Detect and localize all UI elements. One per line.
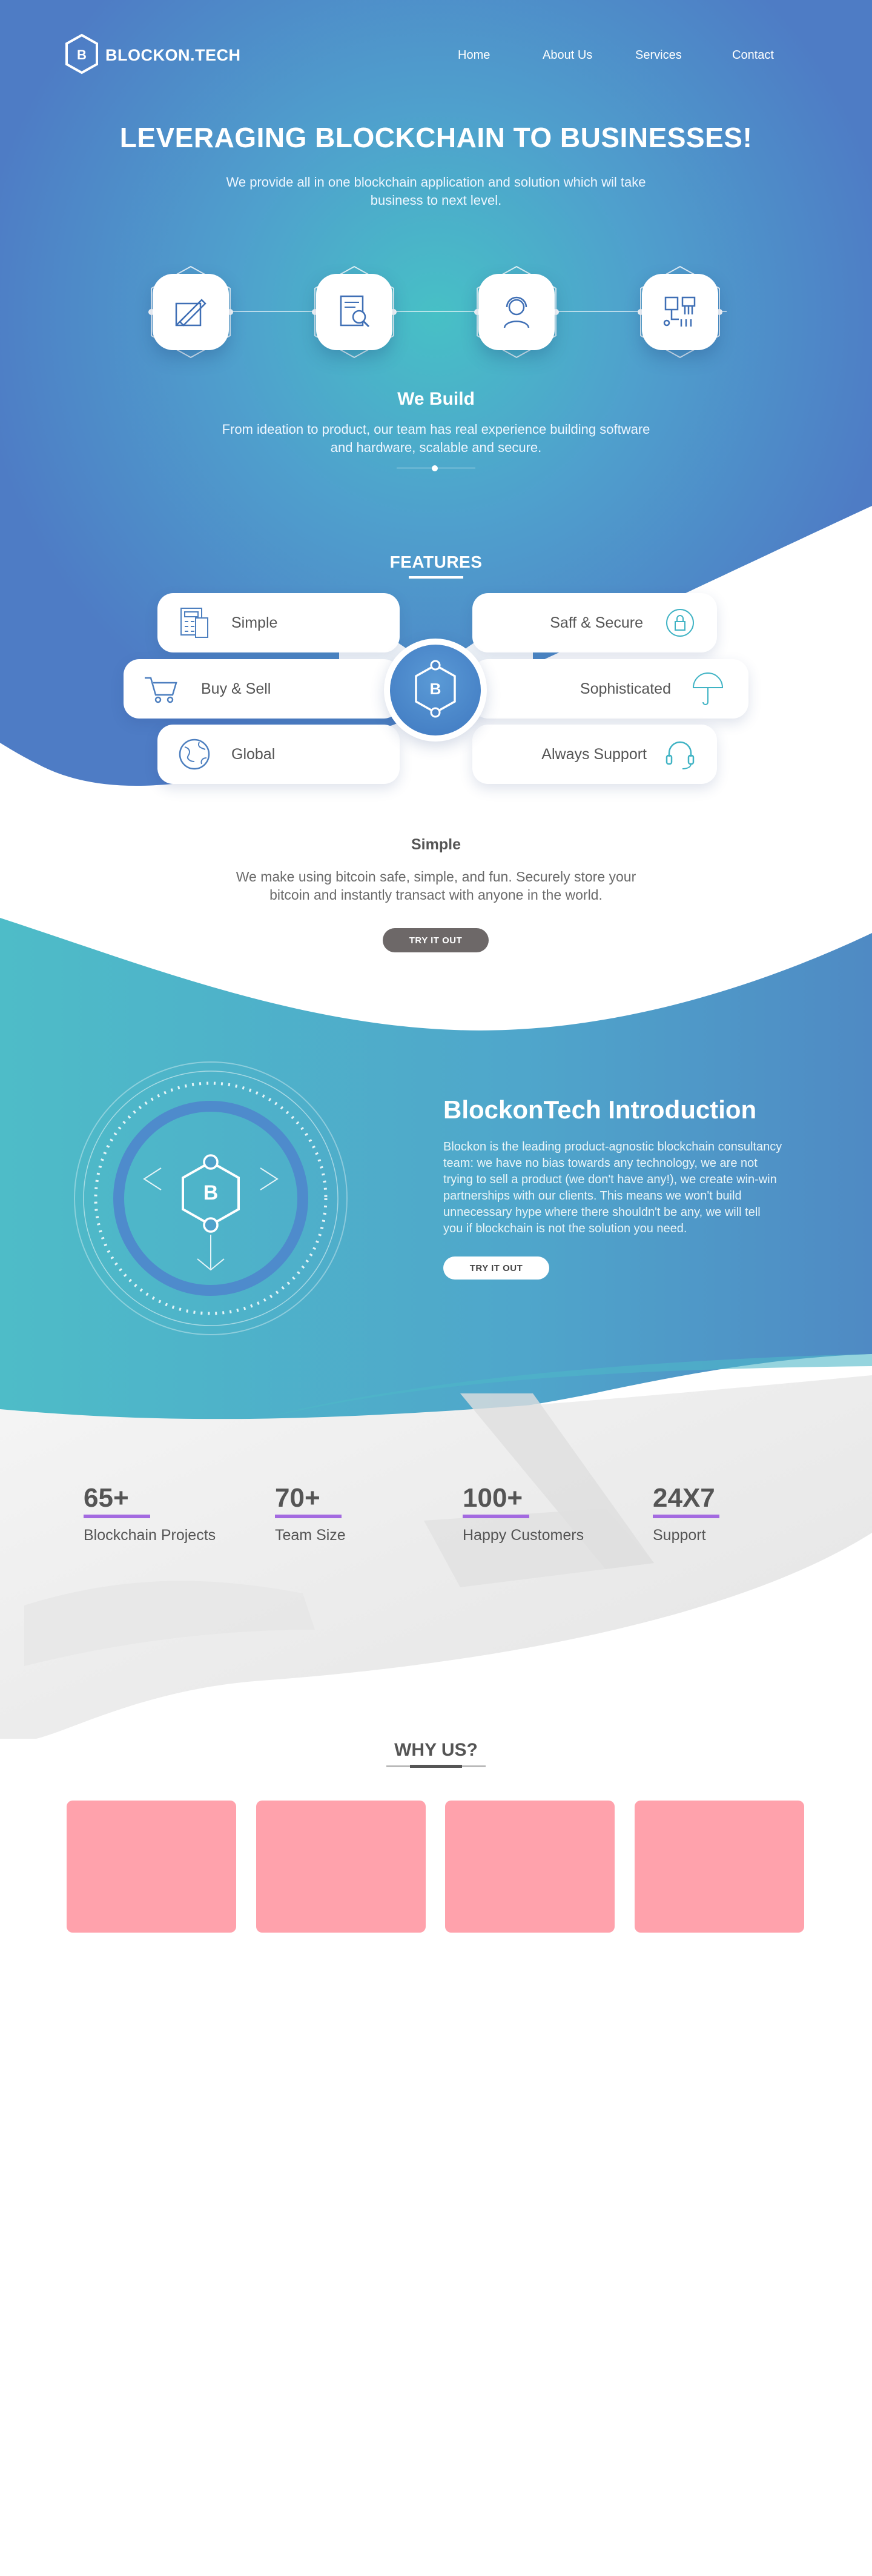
feature-global[interactable]: Global xyxy=(157,725,400,784)
stat-team-size: 70+ Team Size xyxy=(275,1483,346,1544)
stat-customers: 100+ Happy Customers xyxy=(463,1483,584,1544)
lock-shield-icon xyxy=(661,604,699,642)
calculator-icon xyxy=(176,604,213,642)
cart-icon xyxy=(142,670,179,708)
globe-icon xyxy=(176,735,213,773)
feature-simple-label: Simple xyxy=(231,614,278,631)
features-hub: B xyxy=(384,639,487,742)
stat-projects: 65+ Blockchain Projects xyxy=(84,1483,216,1544)
stat-support: 24X7 Support xyxy=(653,1483,719,1544)
headset-icon xyxy=(661,735,699,773)
blockchain-orbit-graphic: B xyxy=(74,1061,348,1335)
umbrella-icon xyxy=(689,670,727,708)
intro-title: BlockonTech Introduction xyxy=(443,1095,757,1124)
svg-text:B: B xyxy=(430,680,441,698)
why-card-4[interactable] xyxy=(635,1801,804,1933)
feature-safe-secure-label: Saff & Secure xyxy=(550,614,643,631)
hexagon-logo-icon: B xyxy=(415,660,456,718)
why-card-1[interactable] xyxy=(67,1801,236,1933)
simple-try-it-out-button[interactable]: TRY IT OUT xyxy=(383,928,489,952)
feature-sophisticated-label: Sophisticated xyxy=(580,680,671,697)
why-card-3[interactable] xyxy=(445,1801,615,1933)
feature-sophisticated[interactable]: Sophisticated xyxy=(472,659,748,719)
intro-text: Blockon is the leading product-agnostic … xyxy=(443,1140,782,1235)
feature-always-support[interactable]: Always Support xyxy=(472,725,717,784)
why-us-title: WHY US? xyxy=(394,1740,478,1760)
feature-global-label: Global xyxy=(231,745,276,763)
why-us-underline-accent xyxy=(410,1765,462,1768)
feature-buy-sell-label: Buy & Sell xyxy=(201,680,271,697)
feature-always-support-label: Always Support xyxy=(541,745,647,763)
simple-title: Simple xyxy=(411,836,461,853)
simple-text: We make using bitcoin safe, simple, and … xyxy=(236,869,636,903)
feature-simple[interactable]: Simple xyxy=(157,593,400,652)
svg-text:B: B xyxy=(203,1181,219,1204)
feature-buy-sell[interactable]: Buy & Sell xyxy=(124,659,400,719)
why-card-2[interactable] xyxy=(256,1801,426,1933)
feature-safe-secure[interactable]: Saff & Secure xyxy=(472,593,717,652)
stats-background-photo xyxy=(0,1375,872,1739)
intro-try-it-out-button[interactable]: TRY IT OUT xyxy=(443,1256,549,1280)
